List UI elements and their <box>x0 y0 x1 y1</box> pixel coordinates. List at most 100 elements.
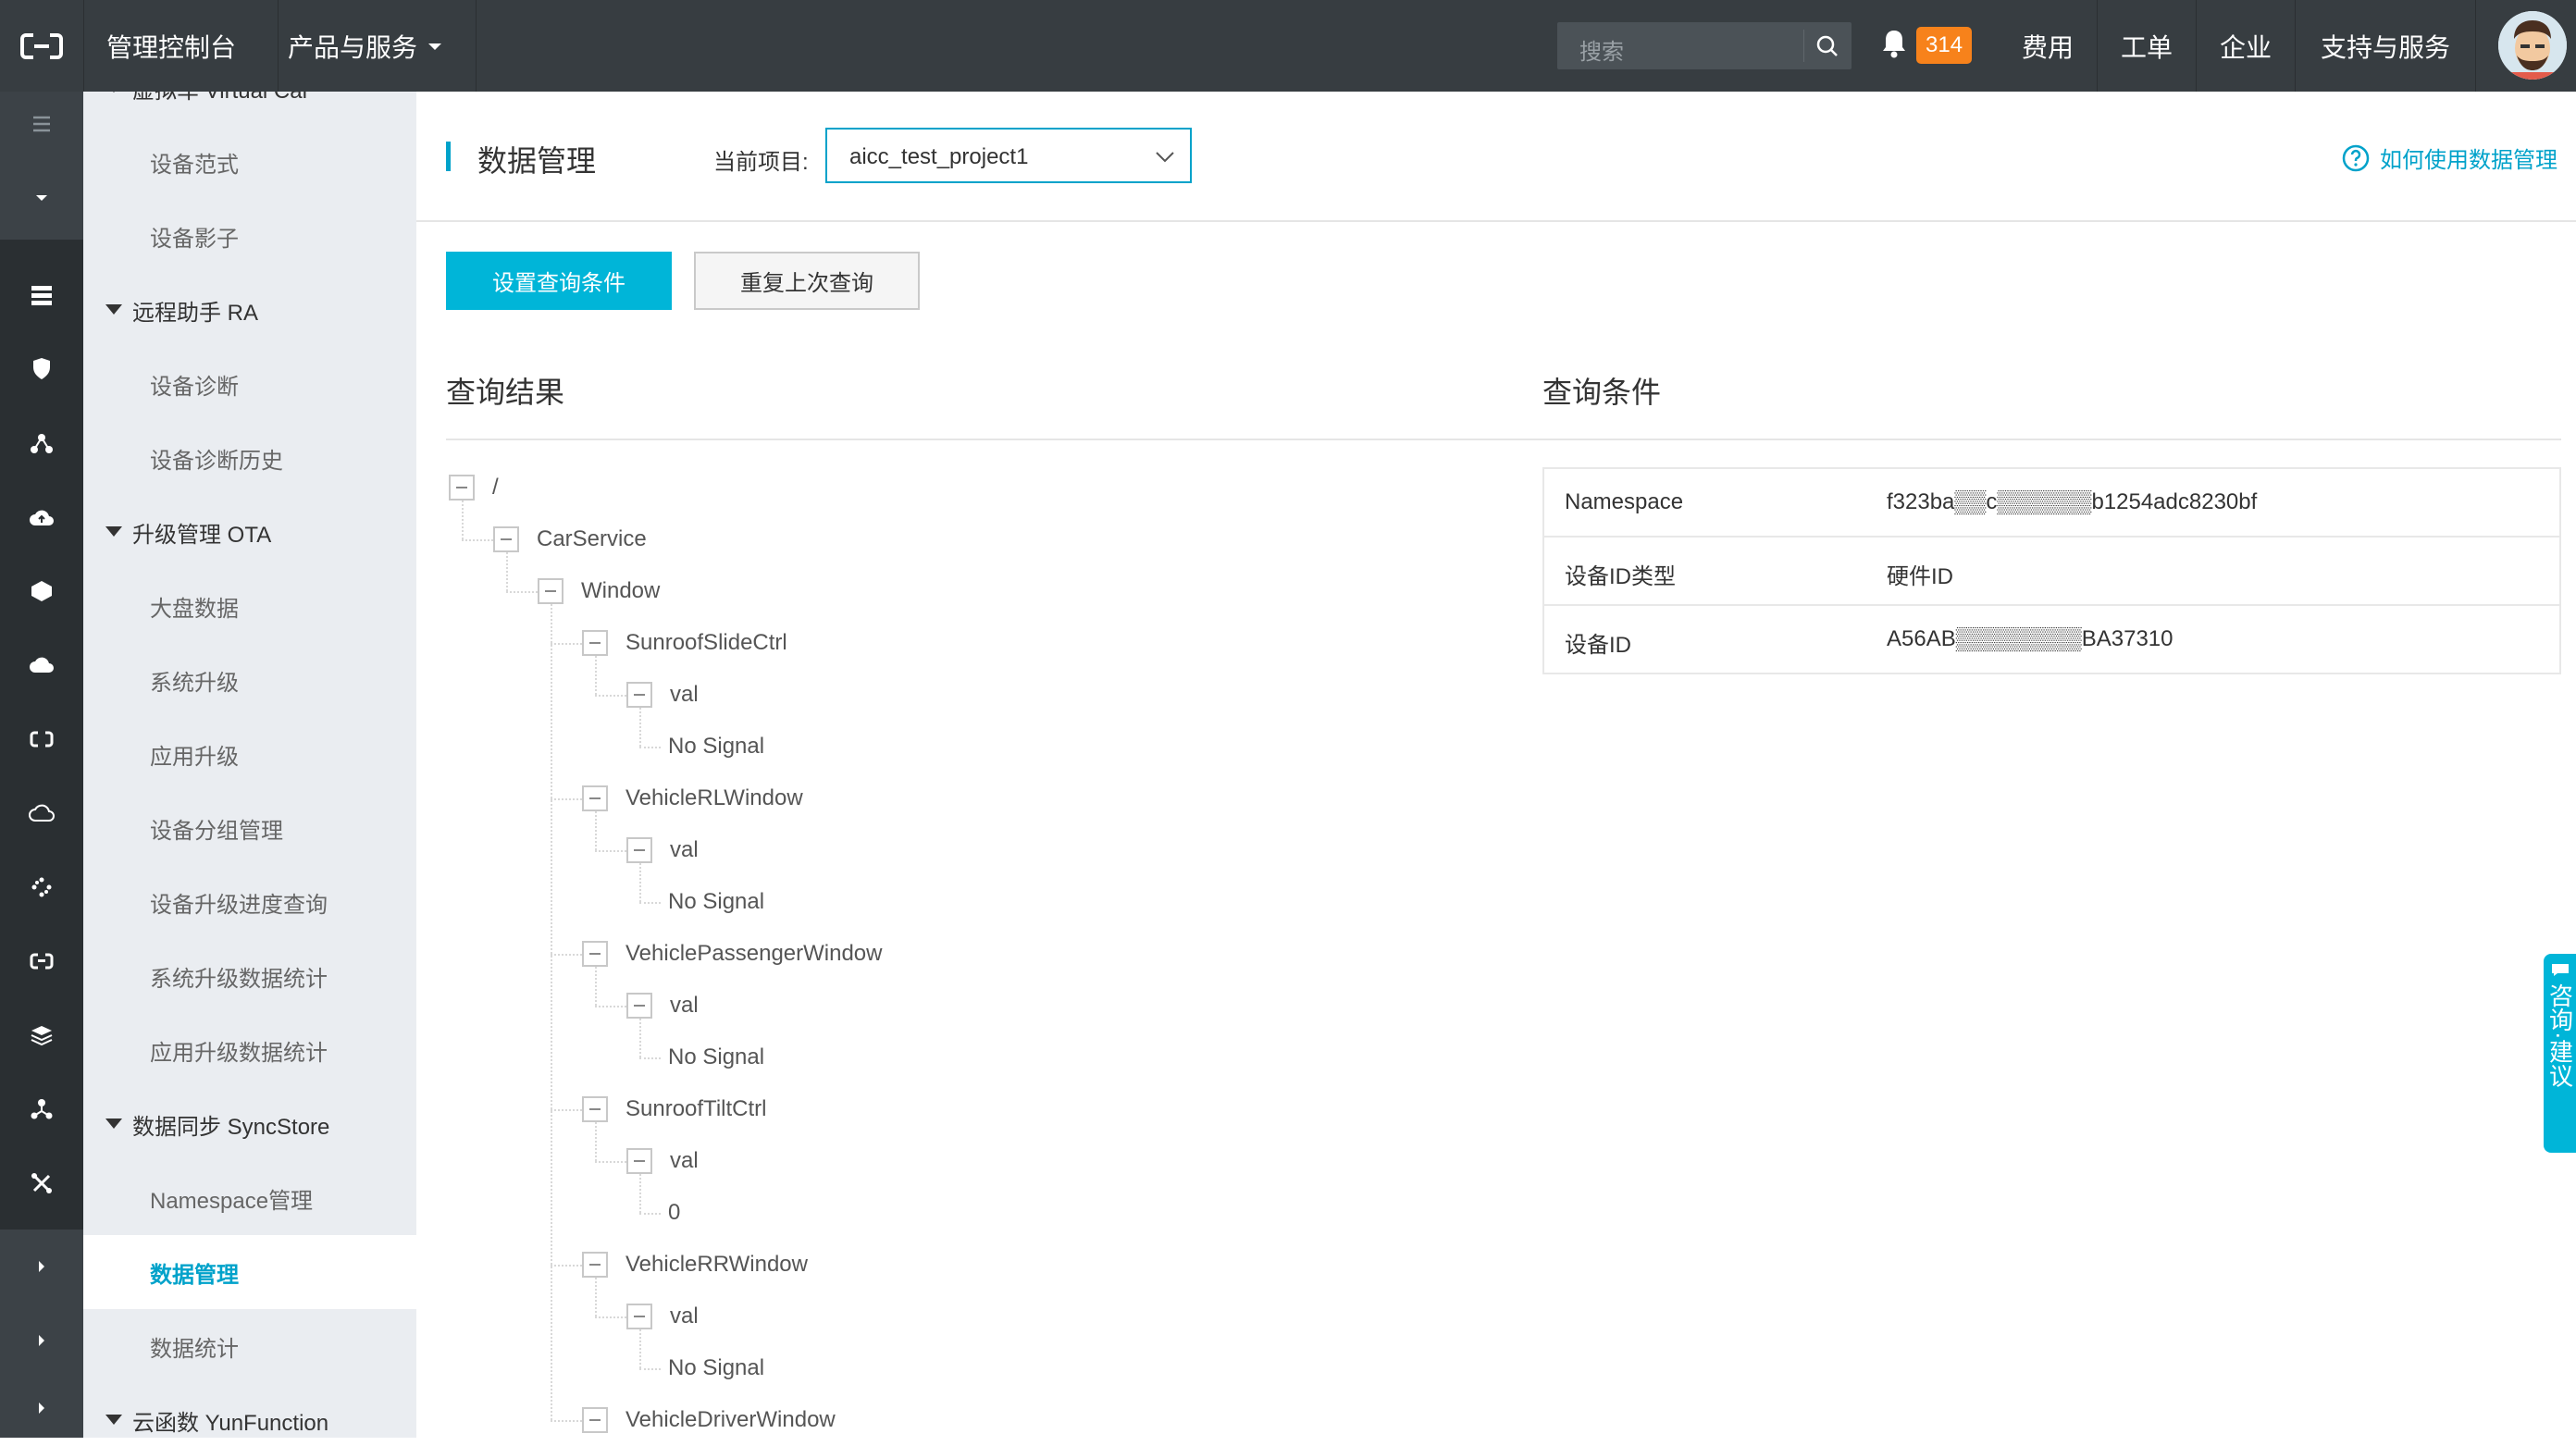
expand-arrow-1[interactable] <box>0 1230 83 1304</box>
iconbar-item-ecs[interactable] <box>0 258 83 332</box>
sidebar-item[interactable]: 设备影子 <box>83 199 416 273</box>
sidebar-item[interactable]: 大盘数据 <box>83 569 416 643</box>
project-select[interactable]: aicc_test_project1 <box>825 128 1192 183</box>
tree-leaf-value: No Signal <box>668 876 764 928</box>
sidebar-item[interactable]: 数据统计 <box>83 1309 416 1383</box>
expand-arrow-3[interactable] <box>0 1378 83 1438</box>
topbar-link-ticket[interactable]: 工单 <box>2098 0 2197 92</box>
sidebar-item[interactable]: Namespace管理 <box>83 1161 416 1235</box>
topbar-link-fee[interactable]: 费用 <box>1999 0 2098 92</box>
tree-node[interactable]: / <box>446 462 499 513</box>
collapse-toggle-icon[interactable] <box>626 1304 652 1329</box>
tree-node[interactable]: SunroofSlideCtrl <box>579 617 787 669</box>
tree-node[interactable]: SunroofTiltCtrl <box>579 1083 766 1135</box>
iconbar-item-cloud[interactable] <box>0 776 83 850</box>
tree-node[interactable]: val <box>624 980 699 1032</box>
collapse-toggle[interactable] <box>0 156 83 240</box>
collapse-toggle-icon[interactable] <box>626 837 652 863</box>
ticket-label: 工单 <box>2120 32 2173 62</box>
iconbar-item-share[interactable] <box>0 1072 83 1146</box>
service-sidebar: 虚拟车 Virtual Car 设备范式设备影子远程助手 RA 设备诊断设备诊断历史… <box>83 92 416 1438</box>
sidebar-item[interactable]: 数据管理 <box>83 1235 416 1309</box>
tree-connector <box>639 863 641 902</box>
iconbar-item-box[interactable] <box>0 554 83 628</box>
sidebar-item[interactable]: 设备诊断 <box>83 347 416 421</box>
cloud-upload-icon <box>30 510 54 525</box>
collapse-toggle-icon[interactable] <box>449 475 475 501</box>
iconbar-item-tools[interactable] <box>0 1146 83 1220</box>
tree-node[interactable]: VehicleRRWindow <box>579 1239 808 1291</box>
collapse-toggle-icon[interactable] <box>626 993 652 1019</box>
iconbar-item-iot[interactable] <box>0 702 83 776</box>
topbar-link-enterprise[interactable]: 企业 <box>2197 0 2296 92</box>
collapse-toggle-icon[interactable] <box>538 578 564 604</box>
sidebar-item[interactable]: 系统升级 <box>83 643 416 717</box>
repeat-query-button[interactable]: 重复上次查询 <box>694 252 920 310</box>
iconbar-item-dots[interactable] <box>0 850 83 924</box>
iconbar-item-network[interactable] <box>0 406 83 480</box>
iconbar-item-layers[interactable] <box>0 998 83 1072</box>
tree-connector <box>639 1329 641 1368</box>
search-input[interactable]: 搜索 <box>1579 33 1624 66</box>
sidebar-item[interactable]: 应用升级 <box>83 717 416 791</box>
sidebar-item-label: 应用升级 <box>150 744 239 770</box>
collapse-toggle-icon[interactable] <box>493 526 519 552</box>
sidebar-group[interactable]: 升级管理 OTA <box>83 495 416 569</box>
iconbar-item-cloud-upload[interactable] <box>0 480 83 554</box>
collapse-toggle-icon[interactable] <box>582 1407 608 1433</box>
collapse-toggle-icon[interactable] <box>582 1252 608 1278</box>
sidebar-group[interactable]: 虚拟车 Virtual Car <box>83 92 416 125</box>
tree-node-label: No Signal <box>668 1044 765 1069</box>
products-menu[interactable]: 产品与服务 <box>265 0 477 92</box>
tree-node[interactable]: VehicleRLWindow <box>579 772 803 824</box>
search-box[interactable]: 搜索 <box>1557 22 1852 69</box>
sidebar-item[interactable]: 系统升级数据统计 <box>83 939 416 1013</box>
search-icon[interactable] <box>1814 33 1840 59</box>
sidebar-item[interactable]: 设备范式 <box>83 125 416 199</box>
iconbar-item-shield[interactable] <box>0 332 83 406</box>
consult-feedback-tab[interactable]: 咨询·建议 <box>2544 954 2576 1153</box>
iconbar-item-link[interactable] <box>0 924 83 998</box>
sidebar-item[interactable]: 设备升级进度查询 <box>83 865 416 939</box>
sidebar-item[interactable]: 设备诊断历史 <box>83 421 416 495</box>
tree-node[interactable]: VehiclePassengerWindow <box>579 928 883 980</box>
user-avatar[interactable] <box>2498 11 2567 80</box>
sidebar-item-label: 数据管理 <box>150 1262 239 1288</box>
bell-icon[interactable] <box>1880 28 1908 59</box>
expand-arrow-2[interactable] <box>0 1304 83 1378</box>
sidebar-group[interactable]: 云函数 YunFunction <box>83 1383 416 1438</box>
aliyun-logo[interactable] <box>0 0 84 92</box>
caret-right-icon <box>39 1335 44 1346</box>
console-link[interactable]: 管理控制台 <box>83 0 279 92</box>
menu-toggle[interactable] <box>0 92 83 156</box>
tree-node[interactable]: VehicleDriverWindow <box>579 1394 836 1446</box>
notification-badge[interactable]: 314 <box>1916 27 1973 64</box>
tree-node[interactable]: val <box>624 1135 699 1187</box>
collapse-toggle-icon[interactable] <box>582 941 608 967</box>
sidebar-group[interactable]: 数据同步 SyncStore <box>83 1087 416 1161</box>
tree-connector <box>639 1019 641 1057</box>
tree-node[interactable]: Window <box>535 565 660 617</box>
sidebar-item-label: 虚拟车 Virtual Car <box>132 92 310 105</box>
tree-node[interactable]: CarService <box>490 513 647 565</box>
collapse-toggle-icon[interactable] <box>582 785 608 811</box>
tree-node[interactable]: val <box>624 669 699 721</box>
help-link[interactable]: 如何使用数据管理 <box>2341 142 2557 174</box>
collapse-toggle-icon[interactable] <box>626 1148 652 1174</box>
collapse-toggle-icon[interactable] <box>582 630 608 656</box>
tree-connector <box>639 1368 661 1370</box>
tree-node[interactable]: val <box>624 1291 699 1342</box>
iconbar-item-cloud-db[interactable] <box>0 628 83 702</box>
sidebar-group[interactable]: 远程助手 RA <box>83 273 416 347</box>
tree-node[interactable]: val <box>624 824 699 876</box>
set-query-button[interactable]: 设置查询条件 <box>446 252 672 310</box>
collapse-toggle-icon[interactable] <box>582 1096 608 1122</box>
sidebar-item[interactable]: 设备分组管理 <box>83 791 416 865</box>
section-divider <box>446 439 2561 440</box>
topbar-link-support[interactable]: 支持与服务 <box>2296 0 2476 92</box>
shield-icon <box>33 358 50 379</box>
collapse-toggle-icon[interactable] <box>626 682 652 708</box>
tree-connector <box>595 656 597 695</box>
tree-connector <box>595 1316 626 1318</box>
sidebar-item[interactable]: 应用升级数据统计 <box>83 1013 416 1087</box>
